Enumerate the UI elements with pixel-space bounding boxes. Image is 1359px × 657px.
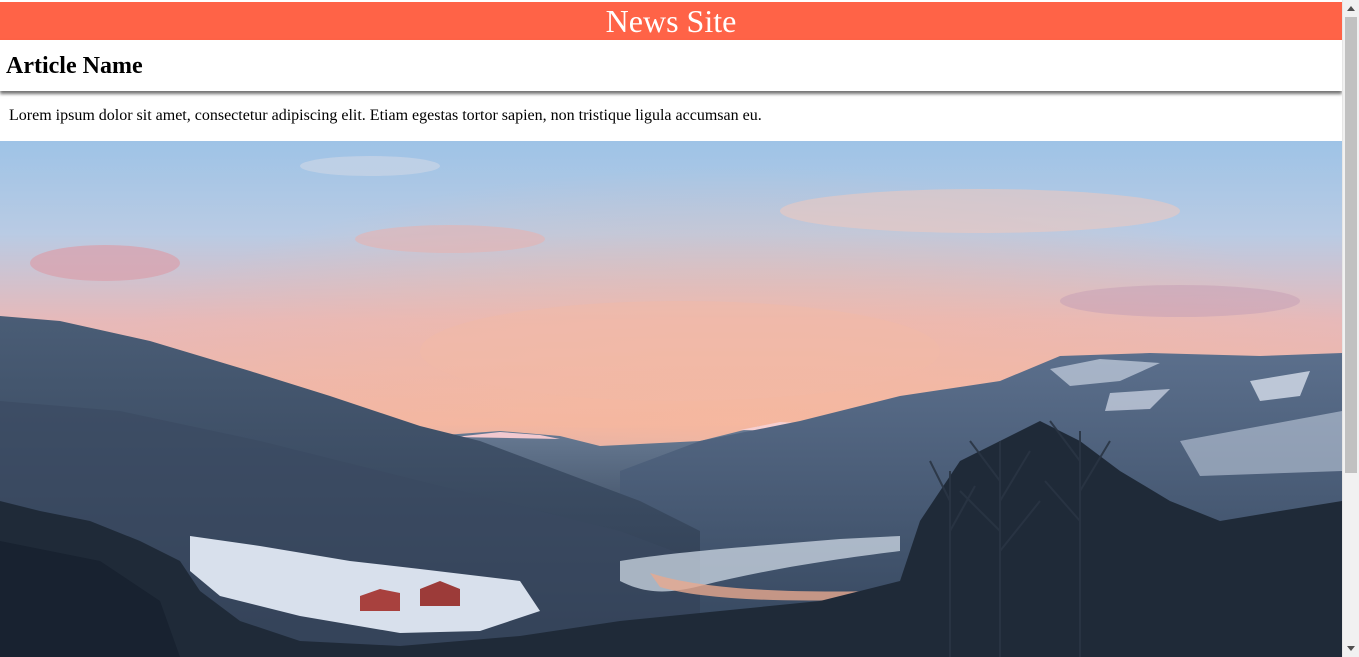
article-header: Article Name — [0, 40, 1342, 91]
site-title: News Site — [605, 3, 737, 39]
site-header: News Site — [0, 2, 1342, 40]
page: News Site Article Name Lorem ipsum dolor… — [0, 0, 1342, 657]
triangle-up-icon — [1347, 6, 1355, 11]
scroll-down-button[interactable] — [1343, 640, 1359, 657]
article-body: Lorem ipsum dolor sit amet, consectetur … — [9, 107, 762, 124]
article-image — [0, 141, 1342, 657]
article-title: Article Name — [6, 53, 143, 79]
scroll-thumb[interactable] — [1345, 17, 1357, 473]
triangle-down-icon — [1347, 646, 1355, 651]
vertical-scrollbar[interactable] — [1342, 0, 1359, 657]
scroll-up-button[interactable] — [1343, 0, 1359, 17]
